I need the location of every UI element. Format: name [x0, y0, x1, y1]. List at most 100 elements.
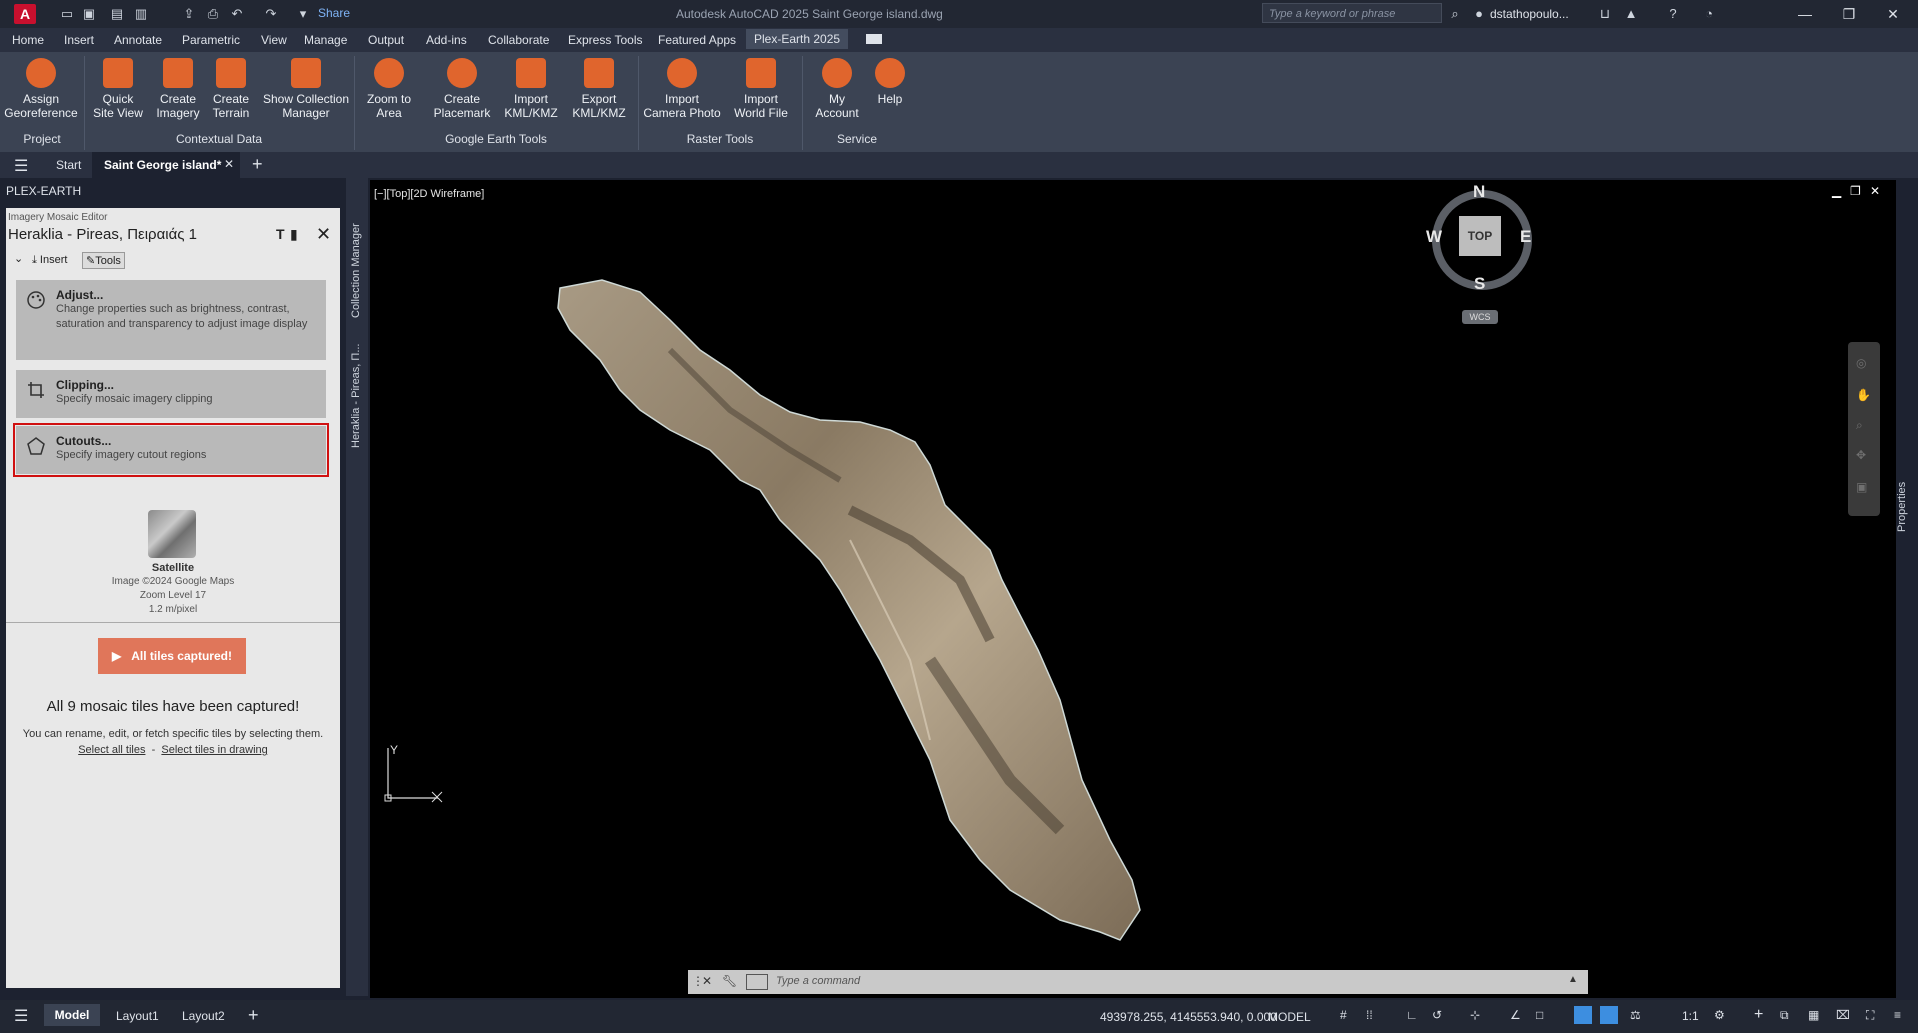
customization-icon[interactable]: ≡: [1894, 1008, 1901, 1022]
steering-wheel-icon[interactable]: ◎: [1856, 356, 1866, 370]
workspace-gear-icon[interactable]: ⚙: [1714, 1008, 1725, 1022]
select-tiles-in-drawing-link[interactable]: Select tiles in drawing: [161, 744, 267, 756]
polar-icon[interactable]: ↺: [1432, 1008, 1442, 1022]
grid-icon[interactable]: #: [1340, 1008, 1347, 1022]
mosaic-tab[interactable]: Heraklia - Pireas, П...: [350, 344, 362, 449]
select-all-tiles-link[interactable]: Select all tiles: [78, 744, 145, 756]
compass-west[interactable]: W: [1426, 227, 1442, 247]
import-world-file-button[interactable]: Import World File: [726, 58, 796, 120]
properties-tab[interactable]: Properties: [1894, 472, 1912, 532]
search-icon[interactable]: ⌕: [1446, 5, 1464, 23]
orbit-icon[interactable]: ✥: [1856, 448, 1866, 462]
new-file-icon[interactable]: ▭: [58, 5, 76, 23]
save-as-icon[interactable]: ▥: [132, 5, 150, 23]
import-kml-button[interactable]: Import KML/KMZ: [500, 58, 562, 120]
tab-featured-apps[interactable]: Featured Apps: [658, 33, 736, 47]
units-icon[interactable]: ⧉: [1780, 1008, 1789, 1023]
quick-properties-icon[interactable]: ▦: [1808, 1008, 1819, 1022]
annotation-scale[interactable]: 1:1: [1682, 1009, 1699, 1023]
open-folder-icon[interactable]: ▣: [80, 5, 98, 23]
help-button[interactable]: Help: [868, 58, 912, 106]
isolate-objects-icon[interactable]: ⌧: [1836, 1008, 1850, 1022]
model-tab[interactable]: Model: [44, 1004, 100, 1026]
tab-start[interactable]: Start: [56, 158, 81, 172]
annotation-monitor-icon[interactable]: +: [1754, 1006, 1763, 1024]
tab-parametric[interactable]: Parametric: [182, 33, 240, 47]
user-name[interactable]: dstathopoulo...: [1490, 7, 1569, 21]
tab-output[interactable]: Output: [368, 33, 404, 47]
export-icon[interactable]: ⇪: [180, 5, 198, 23]
pan-icon[interactable]: ✋: [1856, 388, 1871, 402]
rename-icon[interactable]: T: [276, 226, 285, 242]
tab-home[interactable]: Home: [12, 33, 44, 47]
group-raster-tools[interactable]: Raster Tools: [638, 132, 802, 146]
tab-drawing-file[interactable]: Saint George island* ✕: [92, 152, 240, 178]
expand-history-icon[interactable]: ▲: [1568, 974, 1578, 985]
tab-express-tools[interactable]: Express Tools: [568, 33, 642, 47]
collapse-icon[interactable]: ⌄: [14, 252, 23, 265]
cutouts-card[interactable]: Cutouts... Specify imagery cutout region…: [13, 423, 329, 477]
autodesk-app-icon[interactable]: ▲: [1622, 5, 1640, 23]
model-space-toggle[interactable]: MODEL: [1268, 1010, 1311, 1024]
close-cmd-icon[interactable]: ✕: [702, 974, 712, 988]
collection-manager-tab[interactable]: Collection Manager: [350, 223, 362, 318]
compass-north[interactable]: N: [1473, 182, 1485, 202]
help-icon[interactable]: ?: [1664, 5, 1682, 23]
cart-icon[interactable]: ⊔: [1596, 5, 1614, 23]
tab-manage[interactable]: Manage: [304, 33, 347, 47]
selection-cycling-icon[interactable]: [1574, 1006, 1592, 1024]
ortho-icon[interactable]: ∟: [1406, 1008, 1418, 1022]
snap-icon[interactable]: ⁞⁞: [1366, 1008, 1373, 1022]
autocad-logo-icon[interactable]: A: [14, 4, 36, 24]
compass-south[interactable]: S: [1474, 274, 1485, 294]
layout-menu-icon[interactable]: ☰: [14, 1006, 28, 1026]
delete-icon[interactable]: ▮: [290, 226, 298, 243]
command-input[interactable]: Type a command: [776, 975, 860, 987]
adjust-card[interactable]: Adjust... Change properties such as brig…: [16, 280, 326, 360]
all-tiles-captured-button[interactable]: ▶ All tiles captured!: [98, 638, 246, 674]
undo-icon[interactable]: ↶: [228, 5, 246, 23]
redo-icon[interactable]: ↷: [262, 5, 280, 23]
import-camera-photo-button[interactable]: Import Camera Photo: [642, 58, 722, 120]
show-collection-manager-button[interactable]: Show Collection Manager: [260, 58, 352, 120]
close-editor-icon[interactable]: ✕: [316, 224, 331, 245]
assign-georeference-button[interactable]: Assign Georeference: [4, 58, 78, 120]
customize-icon[interactable]: 🔧︎: [722, 974, 737, 988]
minimize-icon[interactable]: —: [1790, 4, 1820, 24]
lineweight-icon[interactable]: ∠: [1510, 1008, 1521, 1022]
quick-site-view-button[interactable]: Quick Site View: [88, 58, 148, 120]
menu-icon[interactable]: ☰: [14, 156, 28, 176]
wcs-menu[interactable]: WCS: [1462, 310, 1498, 324]
save-icon[interactable]: ▤: [108, 5, 126, 23]
tab-insert[interactable]: Insert: [64, 33, 94, 47]
qat-dropdown-icon[interactable]: ▾: [294, 5, 312, 23]
close-icon[interactable]: ✕: [1878, 4, 1908, 24]
fullscreen-icon[interactable]: ⛶: [1866, 1008, 1874, 1023]
my-account-button[interactable]: My Account: [806, 58, 868, 120]
compass-east[interactable]: E: [1520, 227, 1531, 247]
recent-commands-icon[interactable]: [746, 974, 768, 990]
search-input[interactable]: Type a keyword or phrase: [1262, 3, 1442, 23]
print-icon[interactable]: ⎙: [204, 5, 222, 23]
layout2-tab[interactable]: Layout2: [182, 1009, 225, 1023]
osnap-icon[interactable]: ⊹: [1470, 1008, 1480, 1022]
tab-annotate[interactable]: Annotate: [114, 33, 162, 47]
layout1-tab[interactable]: Layout1: [116, 1009, 159, 1023]
3d-osnap-icon[interactable]: [1600, 1006, 1618, 1024]
insert-tab[interactable]: ⤓ Insert: [32, 254, 67, 267]
settings-icon[interactable]: ◔: [1700, 5, 1718, 23]
tab-collaborate[interactable]: Collaborate: [488, 33, 549, 47]
tab-plex-earth[interactable]: Plex-Earth 2025: [746, 29, 849, 49]
clipping-card[interactable]: Clipping... Specify mosaic imagery clipp…: [16, 370, 326, 418]
new-layout-icon[interactable]: +: [248, 1005, 259, 1026]
create-terrain-button[interactable]: Create Terrain: [206, 58, 256, 120]
drawing-viewport[interactable]: [−][Top][2D Wireframe] ▁ ❐ ✕ TOP N S E W…: [370, 180, 1908, 998]
close-tab-icon[interactable]: ✕: [224, 157, 234, 171]
showmotion-icon[interactable]: ▣: [1856, 480, 1867, 494]
restore-icon[interactable]: ❐: [1834, 4, 1864, 24]
viewcube-top-face[interactable]: TOP: [1459, 216, 1501, 256]
tab-add-ins[interactable]: Add-ins: [426, 33, 467, 47]
export-kml-button[interactable]: Export KML/KMZ: [568, 58, 630, 120]
create-placemark-button[interactable]: Create Placemark: [426, 58, 498, 120]
zoom-icon[interactable]: ⌕: [1856, 418, 1863, 433]
